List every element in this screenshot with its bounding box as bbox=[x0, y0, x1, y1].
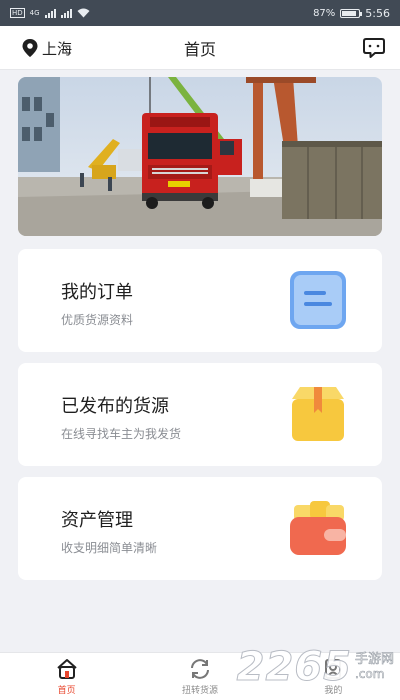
status-bar: HD 4G 87% 5:56 bbox=[0, 0, 400, 26]
wifi-icon bbox=[77, 8, 90, 18]
card-title: 资产管理 bbox=[61, 510, 133, 531]
message-bubble-icon[interactable] bbox=[362, 36, 386, 60]
refresh-icon bbox=[190, 659, 209, 679]
battery-percent: 87% bbox=[313, 7, 336, 19]
tab-label: 首页 bbox=[57, 686, 76, 696]
signal-icon bbox=[44, 8, 56, 18]
clock: 5:56 bbox=[365, 6, 390, 20]
card-asset-management[interactable]: 资产管理 收支明细简单清晰 bbox=[18, 477, 382, 580]
card-subtitle: 在线寻找车主为我发货 bbox=[61, 427, 182, 441]
app-header: 上海 首页 bbox=[0, 26, 400, 70]
hd-badge: HD bbox=[10, 8, 25, 18]
status-right: 87% 5:56 bbox=[313, 7, 390, 20]
profile-icon bbox=[325, 659, 342, 679]
location-selector[interactable]: 上海 bbox=[22, 26, 72, 70]
cargo-box-icon bbox=[292, 387, 344, 441]
tab-mine[interactable]: 我的 bbox=[267, 653, 400, 700]
card-published-cargo[interactable]: 已发布的货源 在线寻找车主为我发货 bbox=[18, 363, 382, 466]
city-label: 上海 bbox=[42, 39, 73, 58]
banner-truck-image bbox=[18, 77, 382, 236]
tab-label: 扭转货源 bbox=[181, 686, 218, 696]
card-my-orders[interactable]: 我的订单 优质货源资料 bbox=[18, 249, 382, 352]
signal-2-icon bbox=[60, 8, 72, 18]
bottom-tab-bar: 首页 扭转货源 我的 bbox=[0, 652, 400, 700]
battery-icon bbox=[340, 8, 363, 18]
card-title: 我的订单 bbox=[61, 282, 133, 303]
tab-home[interactable]: 首页 bbox=[0, 653, 133, 700]
status-left: HD 4G bbox=[10, 8, 90, 18]
tab-label: 我的 bbox=[324, 686, 343, 696]
wallet-icon bbox=[290, 501, 346, 555]
home-icon bbox=[56, 659, 77, 679]
card-subtitle: 优质货源资料 bbox=[61, 313, 134, 327]
card-title: 已发布的货源 bbox=[61, 396, 169, 417]
card-subtitle: 收支明细简单清晰 bbox=[61, 541, 158, 555]
network-type: 4G bbox=[29, 9, 40, 17]
page-title: 首页 bbox=[183, 39, 216, 59]
tab-transfer-cargo[interactable]: 扭转货源 bbox=[133, 653, 266, 700]
promo-banner[interactable] bbox=[18, 77, 382, 236]
order-list-icon bbox=[290, 271, 346, 329]
location-pin-icon bbox=[22, 39, 38, 57]
